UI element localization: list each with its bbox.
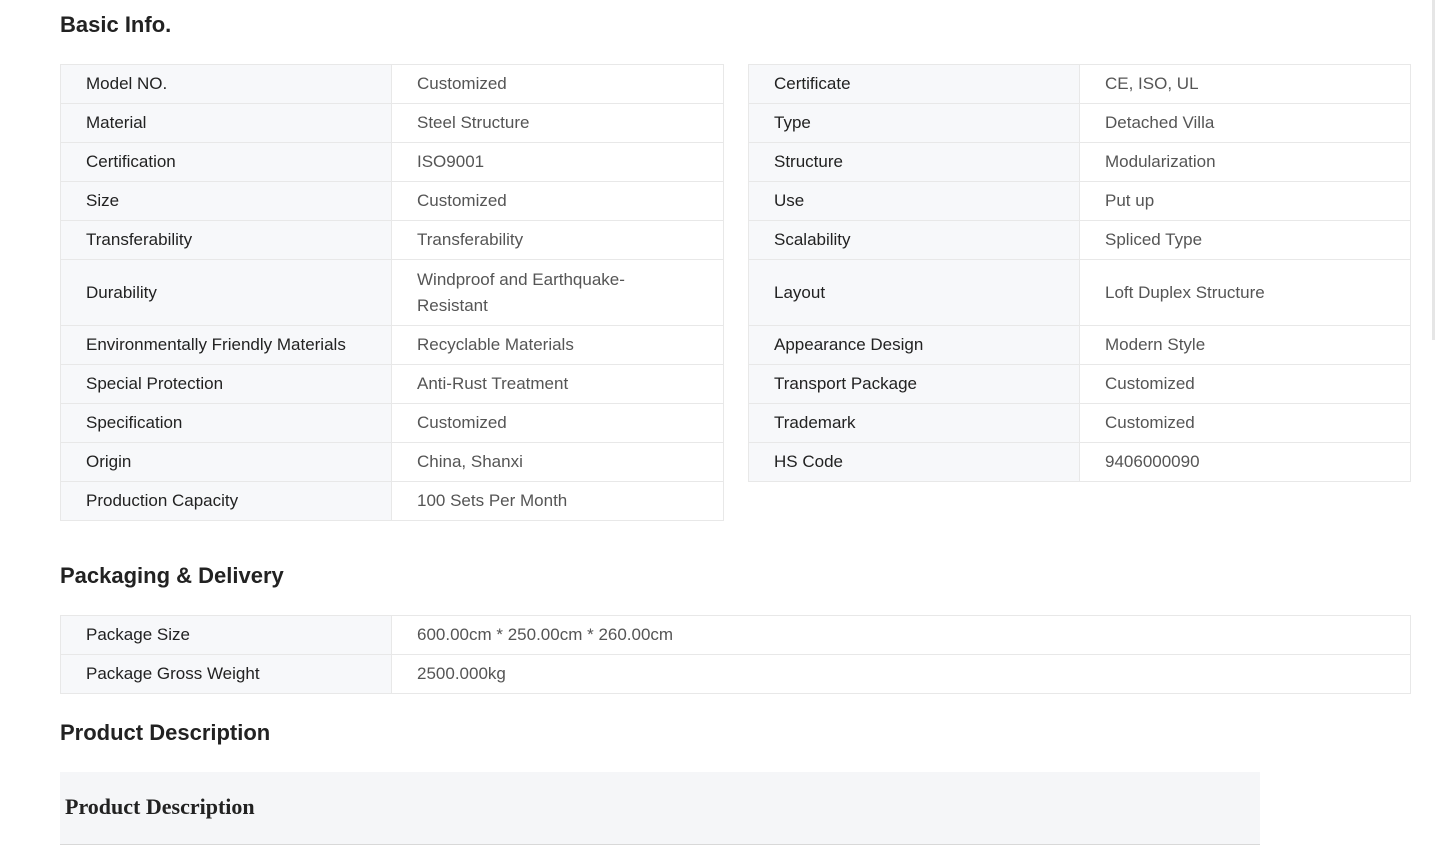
spec-value: 600.00cm * 250.00cm * 260.00cm	[391, 615, 1411, 655]
spec-value: 100 Sets Per Month	[391, 481, 724, 521]
spec-row: Trademark Customized	[748, 403, 1411, 443]
spec-row: Package Gross Weight 2500.000kg	[60, 654, 1411, 694]
spec-row: Model NO. Customized	[60, 64, 724, 104]
spec-row: Type Detached Villa	[748, 103, 1411, 143]
spec-value: CE, ISO, UL	[1079, 64, 1411, 104]
spec-value: Customized	[391, 181, 724, 221]
spec-value: 9406000090	[1079, 442, 1411, 482]
spec-value: Customized	[1079, 364, 1411, 404]
spec-value: China, Shanxi	[391, 442, 724, 482]
spec-key: Production Capacity	[60, 481, 392, 521]
divider	[60, 844, 1260, 845]
spec-row: Special Protection Anti-Rust Treatment	[60, 364, 724, 404]
spec-key: Transport Package	[748, 364, 1080, 404]
spec-value: Modularization	[1079, 142, 1411, 182]
spec-key: Package Size	[60, 615, 392, 655]
spec-value: 2500.000kg	[391, 654, 1411, 694]
basic-info-table-left: Model NO. Customized Material Steel Stru…	[60, 64, 724, 521]
spec-key: Trademark	[748, 403, 1080, 443]
spec-value: Customized	[391, 64, 724, 104]
spec-value: Steel Structure	[391, 103, 724, 143]
spec-key: HS Code	[748, 442, 1080, 482]
spec-row: Certificate CE, ISO, UL	[748, 64, 1411, 104]
spec-key: Certificate	[748, 64, 1080, 104]
spec-key: Certification	[60, 142, 392, 182]
spec-value: ISO9001	[391, 142, 724, 182]
spec-row: Production Capacity 100 Sets Per Month	[60, 481, 724, 521]
spec-key: Special Protection	[60, 364, 392, 404]
packaging-table: Package Size 600.00cm * 250.00cm * 260.0…	[60, 615, 1411, 694]
spec-row: HS Code 9406000090	[748, 442, 1411, 482]
spec-key: Type	[748, 103, 1080, 143]
spec-value: Detached Villa	[1079, 103, 1411, 143]
spec-value: Modern Style	[1079, 325, 1411, 365]
spec-key: Structure	[748, 142, 1080, 182]
spec-row: Appearance Design Modern Style	[748, 325, 1411, 365]
spec-key: Model NO.	[60, 64, 392, 104]
spec-row: Scalability Spliced Type	[748, 220, 1411, 260]
spec-row: Transferability Transferability	[60, 220, 724, 260]
spec-value: Windproof and Earthquake-Resistant	[391, 259, 724, 326]
spec-key: Material	[60, 103, 392, 143]
spec-row: Transport Package Customized	[748, 364, 1411, 404]
spec-key: Size	[60, 181, 392, 221]
spec-key: Origin	[60, 442, 392, 482]
spec-value: Transferability	[391, 220, 724, 260]
spec-row: Size Customized	[60, 181, 724, 221]
packaging-delivery-heading: Packaging & Delivery	[60, 563, 284, 588]
spec-value: Spliced Type	[1079, 220, 1411, 260]
spec-key: Durability	[60, 259, 392, 326]
basic-info-heading: Basic Info.	[60, 12, 172, 37]
spec-value: Anti-Rust Treatment	[391, 364, 724, 404]
spec-row: Origin China, Shanxi	[60, 442, 724, 482]
spec-value: Loft Duplex Structure	[1079, 259, 1411, 326]
spec-key: Transferability	[60, 220, 392, 260]
spec-key: Use	[748, 181, 1080, 221]
spec-row: Package Size 600.00cm * 250.00cm * 260.0…	[60, 615, 1411, 655]
product-detail-page: Basic Info. Model NO. Customized Materia…	[0, 0, 1435, 848]
product-description-box: Product Description	[60, 772, 1260, 844]
spec-row: Durability Windproof and Earthquake-Resi…	[60, 259, 724, 326]
basic-info-table-right: Certificate CE, ISO, UL Type Detached Vi…	[748, 64, 1411, 482]
spec-row: Use Put up	[748, 181, 1411, 221]
spec-key: Scalability	[748, 220, 1080, 260]
spec-row: Material Steel Structure	[60, 103, 724, 143]
spec-key: Layout	[748, 259, 1080, 326]
spec-row: Structure Modularization	[748, 142, 1411, 182]
product-description-box-heading: Product Description	[65, 794, 255, 819]
product-description-heading: Product Description	[60, 720, 271, 745]
spec-key: Specification	[60, 403, 392, 443]
spec-row: Layout Loft Duplex Structure	[748, 259, 1411, 326]
spec-key: Appearance Design	[748, 325, 1080, 365]
spec-row: Specification Customized	[60, 403, 724, 443]
spec-value: Customized	[1079, 403, 1411, 443]
spec-row: Certification ISO9001	[60, 142, 724, 182]
spec-value: Customized	[391, 403, 724, 443]
spec-value: Recyclable Materials	[391, 325, 724, 365]
spec-key: Package Gross Weight	[60, 654, 392, 694]
spec-row: Environmentally Friendly Materials Recyc…	[60, 325, 724, 365]
spec-value: Put up	[1079, 181, 1411, 221]
spec-key: Environmentally Friendly Materials	[60, 325, 392, 365]
